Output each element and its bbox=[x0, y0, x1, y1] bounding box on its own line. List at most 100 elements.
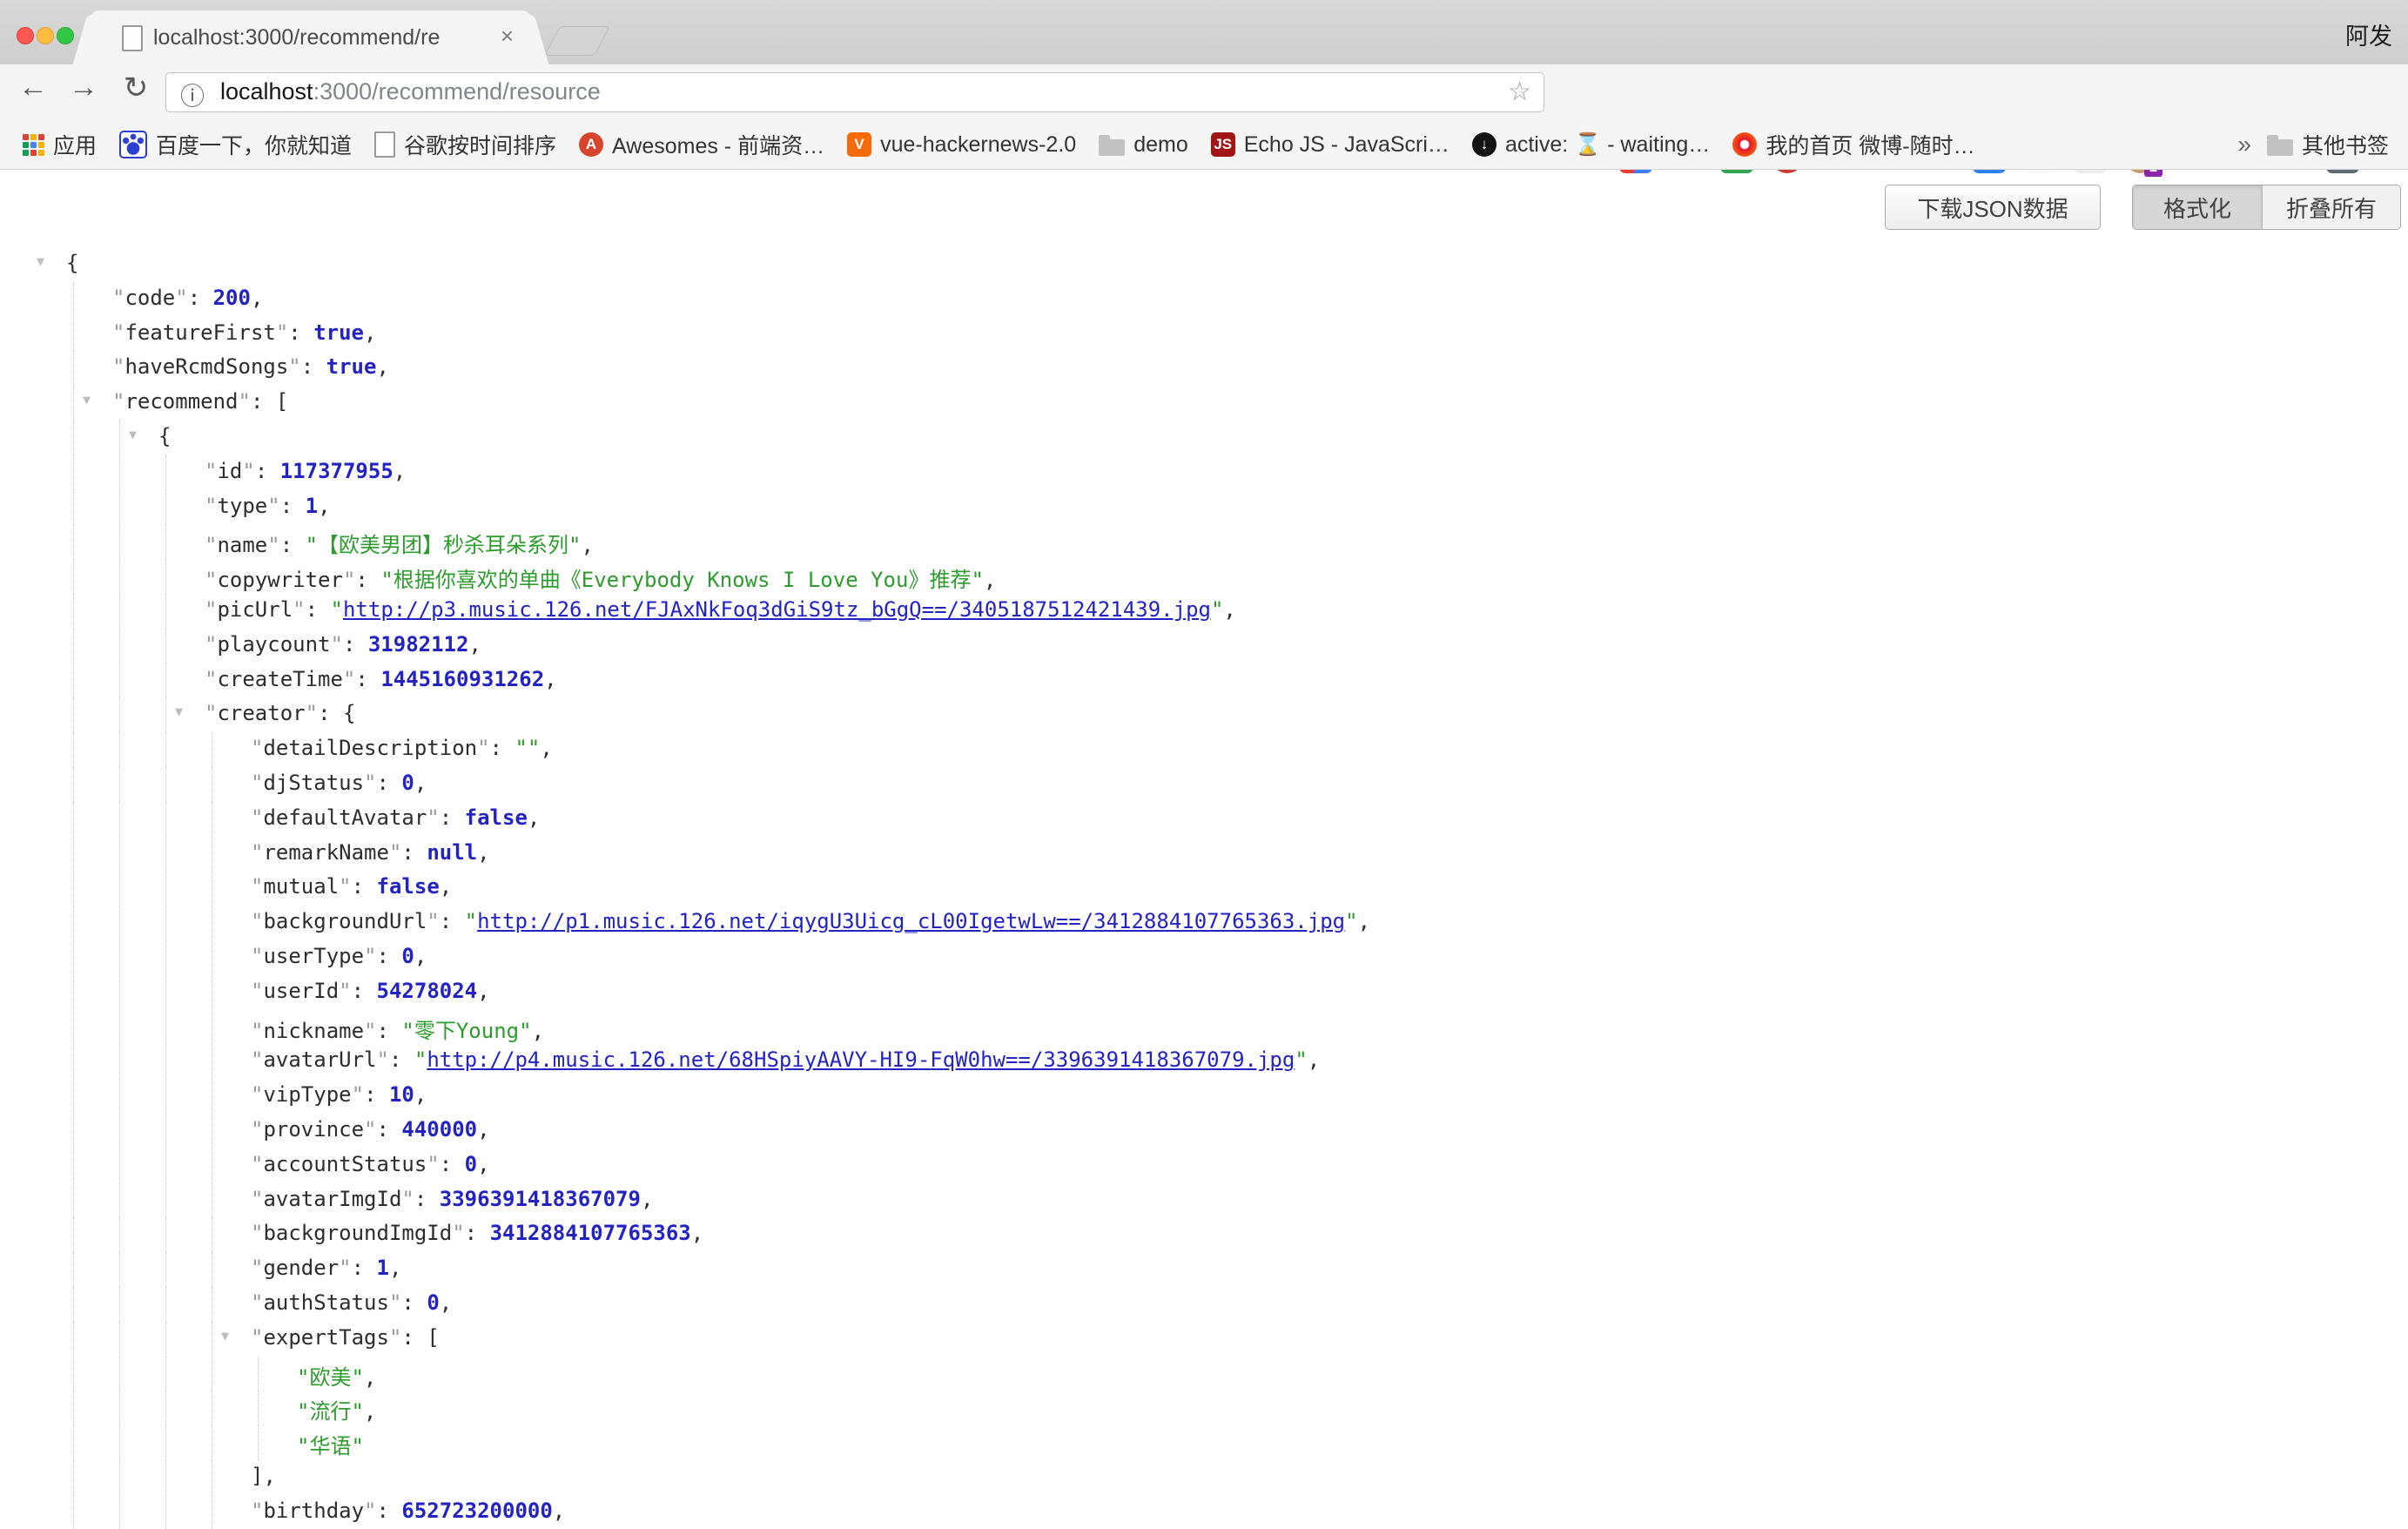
collapse-toggle-icon[interactable]: ▼ bbox=[129, 427, 137, 442]
collapse-toggle-icon[interactable]: ▼ bbox=[175, 704, 183, 719]
json-line-content: "featureFirst": true, bbox=[112, 320, 376, 345]
json-quote: " bbox=[251, 1256, 263, 1280]
json-line: "nickname": "零下Young", bbox=[0, 1010, 2408, 1045]
json-quote: " bbox=[331, 632, 343, 657]
json-line: "type": 1, bbox=[0, 490, 2408, 525]
indent-guide bbox=[165, 594, 166, 629]
json-line: "copywriter": "根据你喜欢的单曲《Everybody Knows … bbox=[0, 559, 2408, 594]
bookmark-label: vue-hackernews-2.0 bbox=[880, 132, 1076, 158]
json-token: name bbox=[217, 533, 267, 557]
indent-guide bbox=[119, 1357, 120, 1391]
bookmark-star-icon[interactable]: ☆ bbox=[1508, 77, 1531, 107]
json-token: , bbox=[553, 1499, 565, 1523]
url-host: localhost bbox=[220, 78, 313, 104]
json-line-content: "defaultAvatar": false, bbox=[251, 805, 540, 830]
json-quote: " bbox=[339, 874, 351, 899]
indent-guide bbox=[73, 1357, 74, 1391]
json-token: , bbox=[532, 1019, 544, 1043]
format-button[interactable]: 格式化 bbox=[2133, 185, 2262, 229]
json-token: : bbox=[414, 1187, 440, 1211]
back-button[interactable]: ← bbox=[12, 71, 54, 104]
json-line: "backgroundImgId": 3412884107765363, bbox=[0, 1217, 2408, 1252]
indent-guide bbox=[73, 871, 74, 906]
indent-guide bbox=[73, 1287, 74, 1322]
json-line-content: "backgroundImgId": 3412884107765363, bbox=[251, 1221, 703, 1245]
json-value-number: 1 bbox=[306, 494, 318, 518]
json-line: ▼ "creator": { bbox=[0, 697, 2408, 732]
url-bar[interactable]: ⓘ localhost:3000/recommend/resource ☆ bbox=[165, 72, 1544, 112]
json-value-number: 31982112 bbox=[368, 632, 469, 657]
indent-guide bbox=[73, 1148, 74, 1183]
json-line-content: "haveRcmdSongs": true, bbox=[112, 354, 389, 379]
folder-icon bbox=[1099, 139, 1125, 156]
json-token: : bbox=[440, 909, 465, 933]
bookmark-vue-hackernews[interactable]: Vvue-hackernews-2.0 bbox=[847, 132, 1076, 158]
json-token: nickname bbox=[263, 1019, 364, 1043]
json-value-number: 1 bbox=[377, 1256, 389, 1280]
json-url-link[interactable]: http://p1.music.126.net/iqygU3Uicg_cL00I… bbox=[477, 909, 1345, 933]
bookmark-echo-js[interactable]: JSEcho JS - JavaScri… bbox=[1211, 132, 1450, 158]
json-token: : bbox=[401, 1325, 427, 1350]
indent-guide bbox=[119, 629, 120, 663]
json-value-string: " bbox=[465, 909, 477, 933]
indent-guide bbox=[119, 837, 120, 872]
bookmark-google-sorted[interactable]: 谷歌按时间排序 bbox=[374, 129, 556, 160]
indent-guide bbox=[73, 837, 74, 872]
collapse-toggle-icon[interactable]: ▼ bbox=[83, 392, 91, 408]
json-token: , bbox=[414, 771, 427, 795]
json-line: "accountStatus": 0, bbox=[0, 1148, 2408, 1183]
json-quote: " bbox=[251, 771, 263, 795]
json-url-link[interactable]: http://p3.music.126.net/FJAxNkFoq3dGiS9t… bbox=[343, 597, 1211, 622]
json-quote: " bbox=[112, 389, 124, 414]
json-line: "code": 200, bbox=[0, 282, 2408, 317]
bookmarks-overflow-chevron[interactable]: » bbox=[2237, 131, 2251, 158]
indent-guide bbox=[73, 732, 74, 767]
json-value-string: " bbox=[1345, 909, 1357, 933]
indent-guide bbox=[73, 1217, 74, 1252]
bookmark-awesomes[interactable]: AAwesomes - 前端资… bbox=[579, 129, 824, 160]
json-line: "playcount": 31982112, bbox=[0, 629, 2408, 663]
json-token: featureFirst bbox=[124, 320, 275, 345]
indent-guide bbox=[119, 1287, 120, 1322]
json-quote: " bbox=[251, 1499, 263, 1523]
indent-guide bbox=[73, 386, 74, 421]
reload-button[interactable]: ↻ bbox=[115, 71, 157, 105]
json-token: , bbox=[318, 494, 330, 518]
json-token: , bbox=[414, 944, 427, 968]
page-info-icon[interactable]: ⓘ bbox=[180, 77, 205, 112]
browser-tab[interactable]: localhost:3000/recommend/re × bbox=[91, 10, 531, 64]
download-json-button[interactable]: 下载JSON数据 bbox=[1885, 185, 2101, 230]
json-token: : bbox=[465, 1221, 490, 1245]
json-quote: " bbox=[267, 533, 279, 557]
bookmark-active-waiting[interactable]: ↓active: ⌛ - waiting… bbox=[1472, 132, 1710, 158]
new-tab-button[interactable] bbox=[544, 26, 610, 56]
json-quote: " bbox=[205, 597, 217, 622]
collapse-all-button[interactable]: 折叠所有 bbox=[2262, 185, 2400, 229]
indent-guide bbox=[119, 1010, 120, 1045]
bookmark-baidu[interactable]: 百度一下，你就知道 bbox=[119, 129, 352, 160]
json-line: "haveRcmdSongs": true, bbox=[0, 351, 2408, 386]
minimize-window-button[interactable] bbox=[37, 27, 54, 44]
tab-close-icon[interactable]: × bbox=[501, 23, 514, 50]
json-url-link[interactable]: http://p4.music.126.net/68HSpiyAAVY-HI9-… bbox=[427, 1047, 1295, 1072]
collapse-toggle-icon[interactable]: ▼ bbox=[37, 253, 44, 269]
collapse-toggle-icon[interactable]: ▼ bbox=[221, 1328, 229, 1344]
json-quote: " bbox=[205, 701, 217, 725]
json-token: birthday bbox=[263, 1499, 364, 1523]
json-line-content: "type": 1, bbox=[205, 494, 331, 518]
other-bookmarks-button[interactable]: 其他书签 bbox=[2267, 129, 2389, 160]
json-quote: " bbox=[389, 1290, 401, 1315]
json-token: recommend bbox=[124, 389, 238, 414]
zoom-window-button[interactable] bbox=[57, 27, 74, 44]
bookmark-demo[interactable]: demo bbox=[1099, 132, 1188, 158]
indent-guide bbox=[73, 906, 74, 940]
close-window-button[interactable] bbox=[17, 27, 34, 44]
bookmark-apps[interactable]: 应用 bbox=[23, 129, 97, 160]
forward-button[interactable]: → bbox=[63, 71, 104, 104]
json-line-content: "creator": { bbox=[205, 701, 355, 725]
json-value-string: " bbox=[1295, 1047, 1307, 1072]
profile-name[interactable]: 阿发 bbox=[2345, 17, 2392, 51]
bookmark-weibo-home[interactable]: 我的首页 微博-随时… bbox=[1732, 129, 1974, 160]
json-value-number: 0 bbox=[401, 944, 414, 968]
json-value-number: false bbox=[465, 805, 528, 830]
